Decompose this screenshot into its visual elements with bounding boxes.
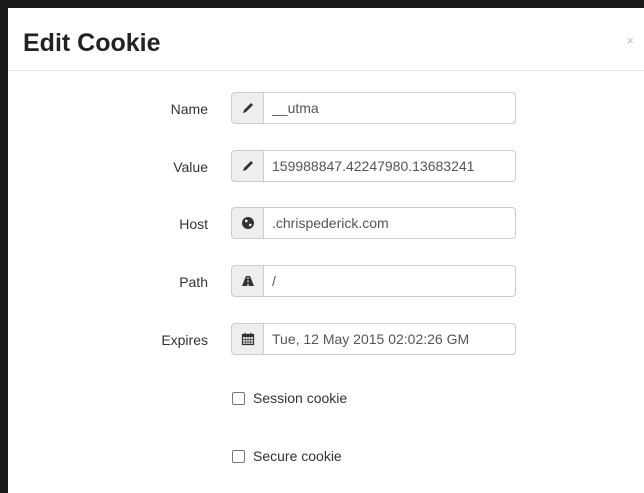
- calendar-icon: [231, 323, 263, 355]
- path-input[interactable]: [263, 265, 516, 297]
- path-row: Path: [8, 265, 644, 299]
- session-cookie-checkbox[interactable]: [232, 391, 245, 405]
- path-label: Path: [179, 274, 208, 290]
- session-cookie-label: Session cookie: [253, 390, 348, 406]
- path-input-group: [231, 265, 516, 297]
- expires-input-group: [231, 323, 516, 355]
- name-label: Name: [170, 101, 208, 117]
- pencil-icon: [231, 92, 263, 124]
- host-row: Host: [8, 207, 644, 241]
- name-input-group: [231, 92, 516, 124]
- dialog-header: Edit Cookie ×: [8, 8, 644, 71]
- edit-cookie-dialog: Edit Cookie × Name Value: [8, 8, 644, 493]
- close-button[interactable]: ×: [626, 34, 634, 48]
- name-input[interactable]: [263, 92, 516, 124]
- name-row: Name: [8, 92, 644, 126]
- backdrop-top: [0, 0, 644, 8]
- value-row: Value: [8, 150, 644, 184]
- backdrop-left: [0, 8, 8, 493]
- secure-cookie-label: Secure cookie: [253, 448, 342, 464]
- host-input[interactable]: [263, 207, 516, 239]
- value-input-group: [231, 150, 516, 182]
- screenshot-frame: Edit Cookie × Name Value: [0, 0, 644, 493]
- host-input-group: [231, 207, 516, 239]
- expires-label: Expires: [161, 332, 208, 348]
- road-icon: [231, 265, 263, 297]
- session-cookie-row: Session cookie: [231, 388, 347, 408]
- globe-icon: [231, 207, 263, 239]
- value-input[interactable]: [263, 150, 516, 182]
- host-label: Host: [179, 216, 208, 232]
- dialog-title: Edit Cookie: [23, 29, 161, 57]
- pencil-icon: [231, 150, 263, 182]
- expires-input[interactable]: [263, 323, 516, 355]
- value-label: Value: [173, 159, 208, 175]
- expires-row: Expires: [8, 323, 644, 357]
- secure-cookie-row: Secure cookie: [231, 446, 342, 466]
- secure-cookie-checkbox[interactable]: [232, 449, 245, 463]
